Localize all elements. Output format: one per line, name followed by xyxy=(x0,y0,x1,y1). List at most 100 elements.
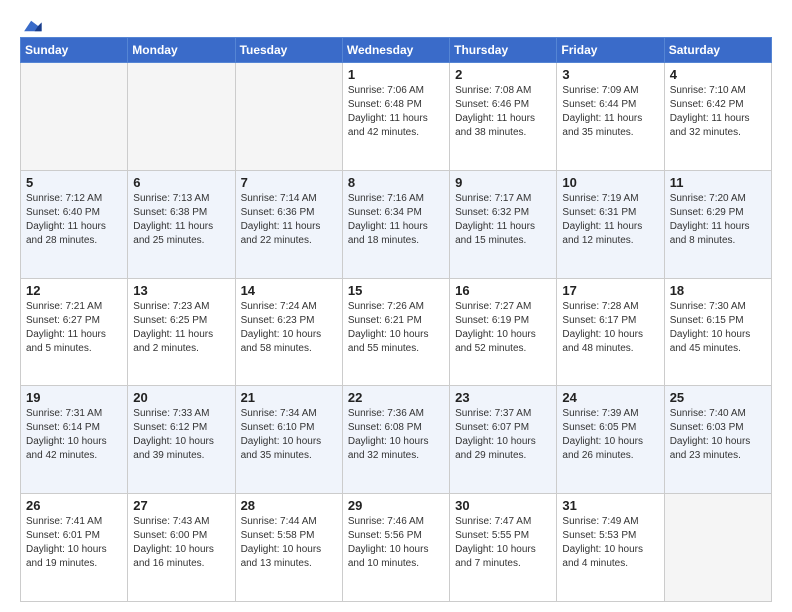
calendar-cell: 1 Sunrise: 7:06 AM Sunset: 6:48 PM Daylig… xyxy=(342,63,449,171)
day-number: 17 xyxy=(562,283,658,298)
calendar-week-row: 19 Sunrise: 7:31 AM Sunset: 6:14 PM Dayli… xyxy=(21,386,772,494)
day-number: 19 xyxy=(26,390,122,405)
day-info: Sunrise: 7:10 AM Sunset: 6:42 PM Dayligh… xyxy=(670,84,766,140)
weekday-header-tuesday: Tuesday xyxy=(235,38,342,63)
day-number: 22 xyxy=(348,390,444,405)
calendar-cell: 8Sunrise: 7:16 AM Sunset: 6:34 PM Daylig… xyxy=(342,170,449,278)
weekday-header-monday: Monday xyxy=(128,38,235,63)
header xyxy=(20,15,772,29)
calendar-cell xyxy=(128,63,235,171)
day-info: Sunrise: 7:27 AM Sunset: 6:19 PM Dayligh… xyxy=(455,300,551,356)
weekday-header-wednesday: Wednesday xyxy=(342,38,449,63)
calendar-cell: 18 Sunrise: 7:30 AM Sunset: 6:15 PM Dayli… xyxy=(664,278,771,386)
day-number: 12 xyxy=(26,283,122,298)
calendar-cell: 2 Sunrise: 7:08 AM Sunset: 6:46 PM Daylig… xyxy=(450,63,557,171)
day-info: Sunrise: 7:30 AM Sunset: 6:15 PM Dayligh… xyxy=(670,300,766,356)
calendar-cell: 23 Sunrise: 7:37 AM Sunset: 6:07 PM Dayli… xyxy=(450,386,557,494)
day-info: Sunrise: 7:19 AM Sunset: 6:31 PM Dayligh… xyxy=(562,192,658,248)
calendar-cell: 9 Sunrise: 7:17 AM Sunset: 6:32 PM Daylig… xyxy=(450,170,557,278)
day-info: Sunrise: 7:24 AM Sunset: 6:23 PM Dayligh… xyxy=(241,300,337,356)
day-number: 26 xyxy=(26,498,122,513)
day-info: Sunrise: 7:23 AM Sunset: 6:25 PM Dayligh… xyxy=(133,300,229,356)
calendar-cell xyxy=(235,63,342,171)
day-number: 4 xyxy=(670,67,766,82)
day-info: Sunrise: 7:13 AM Sunset: 6:38 PM Dayligh… xyxy=(133,192,229,248)
day-info: Sunrise: 7:43 AM Sunset: 6:00 PM Dayligh… xyxy=(133,515,229,571)
day-info: Sunrise: 7:12 AM Sunset: 6:40 PM Dayligh… xyxy=(26,192,122,248)
day-info: Sunrise: 7:47 AM Sunset: 5:55 PM Dayligh… xyxy=(455,515,551,571)
calendar-cell: 31 Sunrise: 7:49 AM Sunset: 5:53 PM Dayli… xyxy=(557,494,664,602)
day-number: 2 xyxy=(455,67,551,82)
day-info: Sunrise: 7:14 AM Sunset: 6:36 PM Dayligh… xyxy=(241,192,337,248)
calendar-week-row: 12 Sunrise: 7:21 AM Sunset: 6:27 PM Dayli… xyxy=(21,278,772,386)
calendar-cell: 26 Sunrise: 7:41 AM Sunset: 6:01 PM Dayli… xyxy=(21,494,128,602)
calendar-table: SundayMondayTuesdayWednesdayThursdayFrid… xyxy=(20,37,772,602)
calendar-cell: 11Sunrise: 7:20 AM Sunset: 6:29 PM Dayli… xyxy=(664,170,771,278)
calendar-cell xyxy=(21,63,128,171)
calendar-cell: 3 Sunrise: 7:09 AM Sunset: 6:44 PM Daylig… xyxy=(557,63,664,171)
day-number: 7 xyxy=(241,175,337,190)
day-info: Sunrise: 7:44 AM Sunset: 5:58 PM Dayligh… xyxy=(241,515,337,571)
weekday-header-saturday: Saturday xyxy=(664,38,771,63)
day-number: 28 xyxy=(241,498,337,513)
calendar-cell: 27 Sunrise: 7:43 AM Sunset: 6:00 PM Dayli… xyxy=(128,494,235,602)
day-info: Sunrise: 7:41 AM Sunset: 6:01 PM Dayligh… xyxy=(26,515,122,571)
calendar-cell: 6 Sunrise: 7:13 AM Sunset: 6:38 PM Daylig… xyxy=(128,170,235,278)
calendar-cell: 4 Sunrise: 7:10 AM Sunset: 6:42 PM Daylig… xyxy=(664,63,771,171)
day-info: Sunrise: 7:09 AM Sunset: 6:44 PM Dayligh… xyxy=(562,84,658,140)
day-info: Sunrise: 7:06 AM Sunset: 6:48 PM Dayligh… xyxy=(348,84,444,140)
weekday-header-row: SundayMondayTuesdayWednesdayThursdayFrid… xyxy=(21,38,772,63)
day-number: 23 xyxy=(455,390,551,405)
day-number: 1 xyxy=(348,67,444,82)
day-info: Sunrise: 7:37 AM Sunset: 6:07 PM Dayligh… xyxy=(455,407,551,463)
calendar-week-row: 5 Sunrise: 7:12 AM Sunset: 6:40 PM Daylig… xyxy=(21,170,772,278)
day-number: 13 xyxy=(133,283,229,298)
calendar-cell: 24Sunrise: 7:39 AM Sunset: 6:05 PM Dayli… xyxy=(557,386,664,494)
calendar-cell: 30 Sunrise: 7:47 AM Sunset: 5:55 PM Dayli… xyxy=(450,494,557,602)
day-number: 18 xyxy=(670,283,766,298)
calendar-cell: 28 Sunrise: 7:44 AM Sunset: 5:58 PM Dayli… xyxy=(235,494,342,602)
day-info: Sunrise: 7:39 AM Sunset: 6:05 PM Dayligh… xyxy=(562,407,658,463)
day-number: 20 xyxy=(133,390,229,405)
calendar-cell: 12 Sunrise: 7:21 AM Sunset: 6:27 PM Dayli… xyxy=(21,278,128,386)
day-number: 27 xyxy=(133,498,229,513)
day-number: 9 xyxy=(455,175,551,190)
day-info: Sunrise: 7:33 AM Sunset: 6:12 PM Dayligh… xyxy=(133,407,229,463)
calendar-cell: 29 Sunrise: 7:46 AM Sunset: 5:56 PM Dayli… xyxy=(342,494,449,602)
calendar-cell: 13 Sunrise: 7:23 AM Sunset: 6:25 PM Dayli… xyxy=(128,278,235,386)
calendar-cell xyxy=(664,494,771,602)
page: SundayMondayTuesdayWednesdayThursdayFrid… xyxy=(0,0,792,612)
day-info: Sunrise: 7:46 AM Sunset: 5:56 PM Dayligh… xyxy=(348,515,444,571)
day-number: 30 xyxy=(455,498,551,513)
calendar-cell: 14 Sunrise: 7:24 AM Sunset: 6:23 PM Dayli… xyxy=(235,278,342,386)
day-number: 3 xyxy=(562,67,658,82)
weekday-header-friday: Friday xyxy=(557,38,664,63)
day-info: Sunrise: 7:40 AM Sunset: 6:03 PM Dayligh… xyxy=(670,407,766,463)
day-number: 15 xyxy=(348,283,444,298)
day-number: 31 xyxy=(562,498,658,513)
calendar-cell: 16 Sunrise: 7:27 AM Sunset: 6:19 PM Dayli… xyxy=(450,278,557,386)
day-number: 14 xyxy=(241,283,337,298)
day-info: Sunrise: 7:49 AM Sunset: 5:53 PM Dayligh… xyxy=(562,515,658,571)
day-info: Sunrise: 7:36 AM Sunset: 6:08 PM Dayligh… xyxy=(348,407,444,463)
day-number: 16 xyxy=(455,283,551,298)
day-info: Sunrise: 7:16 AM Sunset: 6:34 PM Dayligh… xyxy=(348,192,444,248)
calendar-cell: 22 Sunrise: 7:36 AM Sunset: 6:08 PM Dayli… xyxy=(342,386,449,494)
day-number: 6 xyxy=(133,175,229,190)
day-info: Sunrise: 7:08 AM Sunset: 6:46 PM Dayligh… xyxy=(455,84,551,140)
day-number: 5 xyxy=(26,175,122,190)
day-info: Sunrise: 7:20 AM Sunset: 6:29 PM Dayligh… xyxy=(670,192,766,248)
day-number: 29 xyxy=(348,498,444,513)
calendar-week-row: 1 Sunrise: 7:06 AM Sunset: 6:48 PM Daylig… xyxy=(21,63,772,171)
day-number: 10 xyxy=(562,175,658,190)
calendar-cell: 7 Sunrise: 7:14 AM Sunset: 6:36 PM Daylig… xyxy=(235,170,342,278)
day-info: Sunrise: 7:31 AM Sunset: 6:14 PM Dayligh… xyxy=(26,407,122,463)
calendar-week-row: 26 Sunrise: 7:41 AM Sunset: 6:01 PM Dayli… xyxy=(21,494,772,602)
calendar-cell: 15Sunrise: 7:26 AM Sunset: 6:21 PM Dayli… xyxy=(342,278,449,386)
calendar-cell: 20 Sunrise: 7:33 AM Sunset: 6:12 PM Dayli… xyxy=(128,386,235,494)
day-info: Sunrise: 7:21 AM Sunset: 6:27 PM Dayligh… xyxy=(26,300,122,356)
day-number: 25 xyxy=(670,390,766,405)
day-info: Sunrise: 7:17 AM Sunset: 6:32 PM Dayligh… xyxy=(455,192,551,248)
logo xyxy=(20,19,42,29)
calendar-cell: 5 Sunrise: 7:12 AM Sunset: 6:40 PM Daylig… xyxy=(21,170,128,278)
